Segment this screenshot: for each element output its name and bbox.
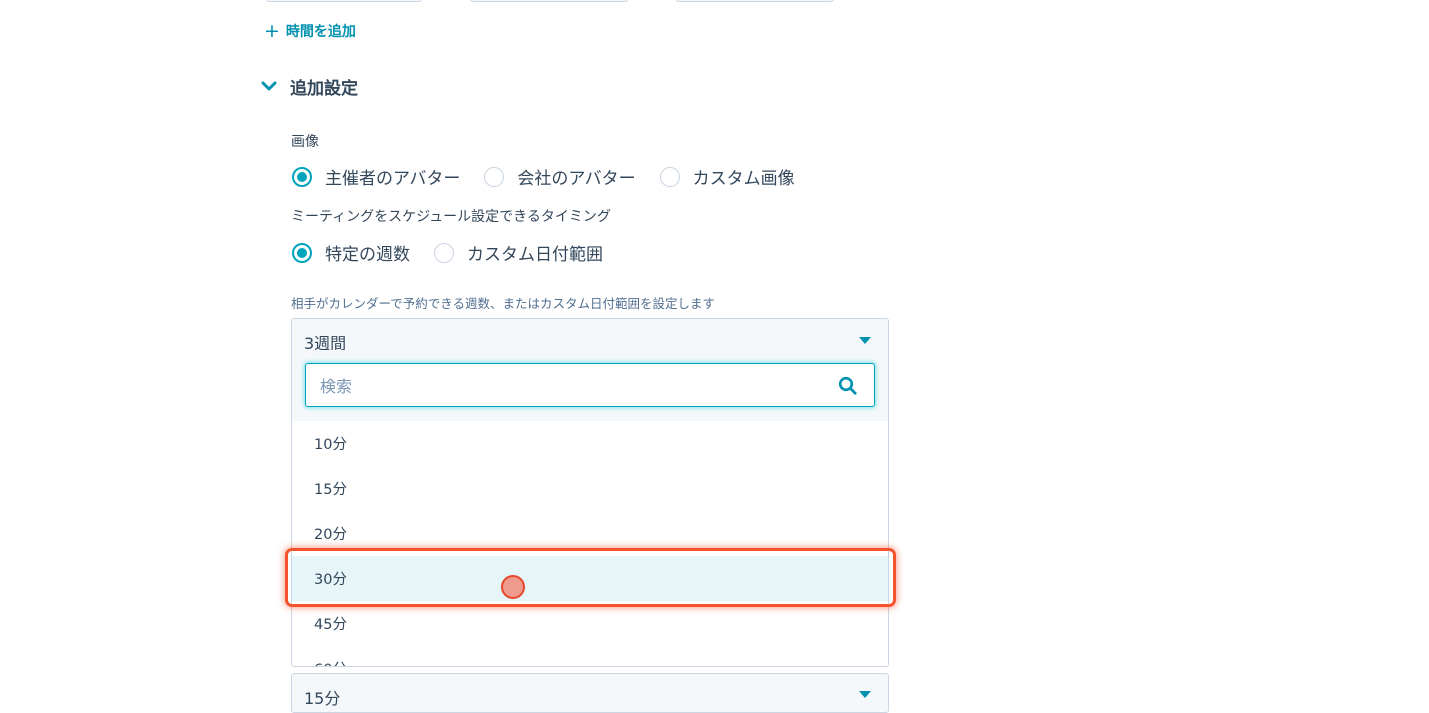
radio-unchecked-icon — [434, 242, 454, 263]
radio-host-avatar[interactable]: 主催者のアバター — [292, 164, 460, 189]
radio-company-avatar-label: 会社のアバター — [517, 169, 636, 189]
dropdown-search-box — [305, 363, 875, 407]
radio-custom-date-range[interactable]: カスタム日付範囲 — [434, 240, 603, 265]
additional-settings-toggle[interactable]: 追加設定 — [260, 74, 358, 99]
additional-settings-title: 追加設定 — [290, 79, 358, 99]
time-field-end[interactable] — [470, 0, 628, 2]
radio-host-avatar-label: 主催者のアバター — [325, 169, 461, 189]
radio-custom-date-range-label: カスタム日付範囲 — [467, 245, 603, 265]
time-field-extra[interactable] — [676, 0, 834, 2]
duration-select-value: 15分 — [304, 689, 341, 708]
dropdown-options-list: 10分 15分 20分 30分 45分 60分 — [292, 421, 888, 666]
add-time-link[interactable]: + 時間を追加 — [264, 21, 356, 41]
plus-icon: + — [264, 19, 280, 42]
dropdown-search-area — [292, 350, 888, 421]
dropdown-option[interactable]: 10分 — [292, 421, 888, 466]
dropdown-option[interactable]: 60分 — [292, 646, 888, 666]
radio-unchecked-icon — [484, 166, 505, 187]
scheduling-radio-group: 特定の週数 カスタム日付範囲 — [292, 240, 627, 265]
dropdown-option[interactable]: 15分 — [292, 466, 888, 511]
radio-specific-weeks[interactable]: 特定の週数 — [292, 240, 410, 265]
radio-custom-image[interactable]: カスタム画像 — [659, 164, 795, 189]
add-time-label: 時間を追加 — [285, 24, 356, 40]
scheduling-help-text: 相手がカレンダーで予約できる週数、またはカスタム日付範囲を設定します — [291, 296, 716, 311]
dropdown-option-hovered[interactable]: 30分 — [292, 556, 888, 601]
radio-unchecked-icon — [659, 166, 680, 187]
radio-company-avatar[interactable]: 会社のアバター — [484, 164, 636, 189]
duration-select[interactable]: 15分 — [291, 673, 889, 713]
caret-down-icon — [859, 337, 871, 344]
radio-checked-icon — [292, 242, 312, 263]
dropdown-option[interactable]: 45分 — [292, 601, 888, 646]
dropdown-search-input[interactable] — [318, 373, 822, 399]
chevron-down-icon — [260, 78, 278, 96]
radio-checked-icon — [292, 166, 312, 187]
radio-specific-weeks-label: 特定の週数 — [325, 245, 410, 265]
time-field-start[interactable] — [266, 0, 422, 2]
image-label: 画像 — [291, 134, 319, 150]
scheduling-label: ミーティングをスケジュール設定できるタイミング — [291, 209, 611, 225]
radio-custom-image-label: カスタム画像 — [692, 169, 795, 189]
weeks-dropdown-menu: 10分 15分 20分 30分 45分 60分 — [291, 350, 889, 667]
weeks-dropdown-toggle[interactable]: 3週間 — [291, 318, 889, 353]
image-radio-group: 主催者のアバター 会社のアバター カスタム画像 — [292, 164, 819, 189]
dropdown-option[interactable]: 20分 — [292, 511, 888, 556]
caret-down-icon — [859, 691, 871, 698]
search-icon[interactable] — [838, 376, 858, 396]
